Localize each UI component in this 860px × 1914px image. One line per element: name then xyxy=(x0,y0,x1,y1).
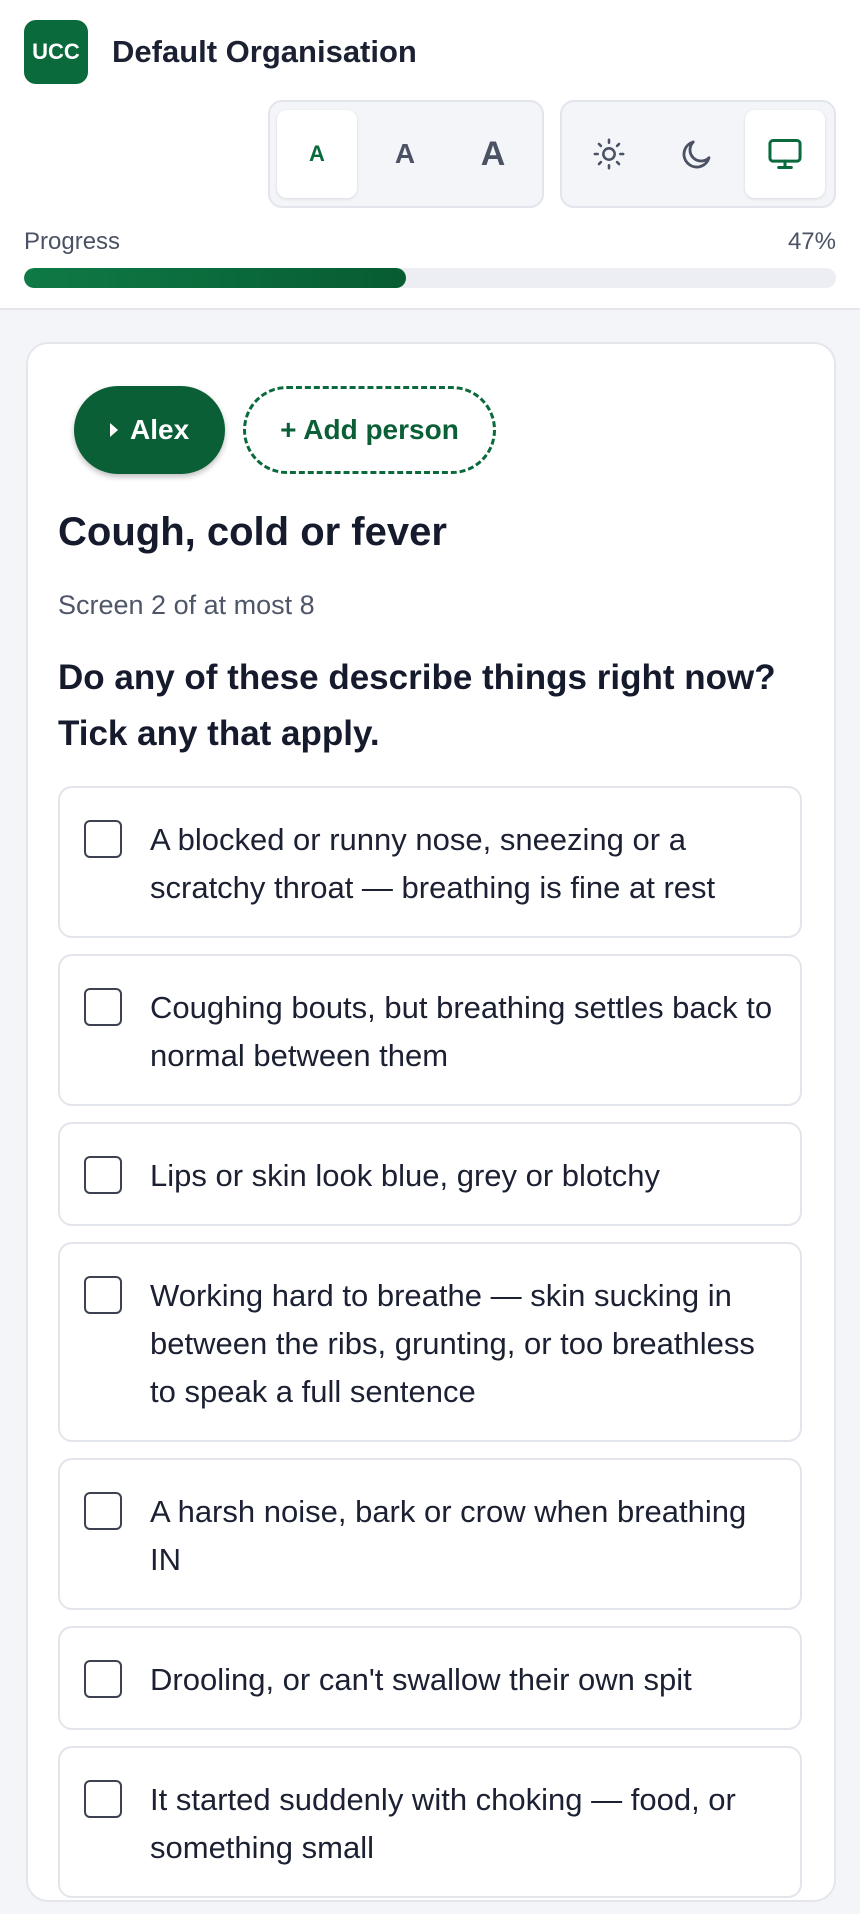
option-item[interactable]: A blocked or runny nose, sneezing or a s… xyxy=(58,786,802,938)
theme-system-button[interactable] xyxy=(745,110,825,198)
option-item[interactable]: Working hard to breathe — skin sucking i… xyxy=(58,1242,802,1442)
option-label: Coughing bouts, but breathing settles ba… xyxy=(150,990,773,1073)
org-name: Default Organisation xyxy=(112,34,417,69)
option-label: A blocked or runny nose, sneezing or a s… xyxy=(150,822,716,905)
org-logo[interactable]: UCC xyxy=(24,20,88,84)
option-checkbox[interactable] xyxy=(84,1276,122,1314)
option-item[interactable]: Lips or skin look blue, grey or blotchy xyxy=(58,1122,802,1226)
sun-icon xyxy=(593,138,625,170)
option-item[interactable]: A harsh noise, bark or crow when breathi… xyxy=(58,1458,802,1610)
option-item[interactable]: Drooling, or can't swallow their own spi… xyxy=(58,1626,802,1730)
option-label: Drooling, or can't swallow their own spi… xyxy=(150,1662,692,1697)
text-size-small-button[interactable]: A xyxy=(277,110,357,198)
progress-bar-fill xyxy=(24,268,406,288)
option-label: Lips or skin look blue, grey or blotchy xyxy=(150,1158,661,1193)
option-checkbox[interactable] xyxy=(84,1156,122,1194)
current-person-button[interactable]: Alex xyxy=(74,386,226,474)
option-item[interactable]: It started suddenly with choking — food,… xyxy=(58,1746,802,1898)
option-checkbox[interactable] xyxy=(84,1492,122,1530)
option-list: A blocked or runny nose, sneezing or a s… xyxy=(58,786,802,1914)
moon-icon xyxy=(682,140,711,169)
add-person-button[interactable]: + Add person xyxy=(243,386,496,474)
option-label: A harsh noise, bark or crow when breathi… xyxy=(150,1494,747,1577)
people-switcher: Alex + Add person xyxy=(74,386,496,474)
option-label: Working hard to breathe — skin sucking i… xyxy=(150,1278,755,1409)
app-header: UCC Default Organisation A A A Progress … xyxy=(0,0,860,310)
screen-count: Screen 2 of at most 8 xyxy=(58,590,315,620)
progress-percent: 47% xyxy=(787,228,836,255)
option-checkbox[interactable] xyxy=(84,988,122,1026)
theme-selector xyxy=(560,100,836,208)
question-prompt: Do any of these describe things right no… xyxy=(58,658,776,753)
option-checkbox[interactable] xyxy=(84,820,122,858)
theme-light-button[interactable] xyxy=(569,110,649,198)
question-card: Alex + Add person Cough, cold or fever S… xyxy=(26,342,836,1902)
current-person-name: Alex xyxy=(130,414,190,445)
text-size-medium-label: A xyxy=(394,138,416,169)
option-label: It started suddenly with choking — food,… xyxy=(150,1782,736,1865)
progress-label-row: Progress 47% xyxy=(24,228,836,256)
progress-bar xyxy=(24,268,836,288)
brand-row: UCC Default Organisation xyxy=(24,20,417,84)
monitor-icon xyxy=(768,139,802,169)
text-size-medium-button[interactable]: A xyxy=(365,110,445,198)
theme-dark-button[interactable] xyxy=(657,110,737,198)
page-title: Cough, cold or fever xyxy=(58,510,447,554)
text-size-selector: A A A xyxy=(268,100,544,208)
text-size-large-button[interactable]: A xyxy=(453,110,533,198)
text-size-large-label: A xyxy=(480,134,506,173)
option-checkbox[interactable] xyxy=(84,1780,122,1818)
option-checkbox[interactable] xyxy=(84,1660,122,1698)
option-item[interactable]: Coughing bouts, but breathing settles ba… xyxy=(58,954,802,1106)
progress-label: Progress xyxy=(24,228,121,255)
caret-right-icon xyxy=(110,423,118,437)
text-size-small-label: A xyxy=(309,141,325,166)
